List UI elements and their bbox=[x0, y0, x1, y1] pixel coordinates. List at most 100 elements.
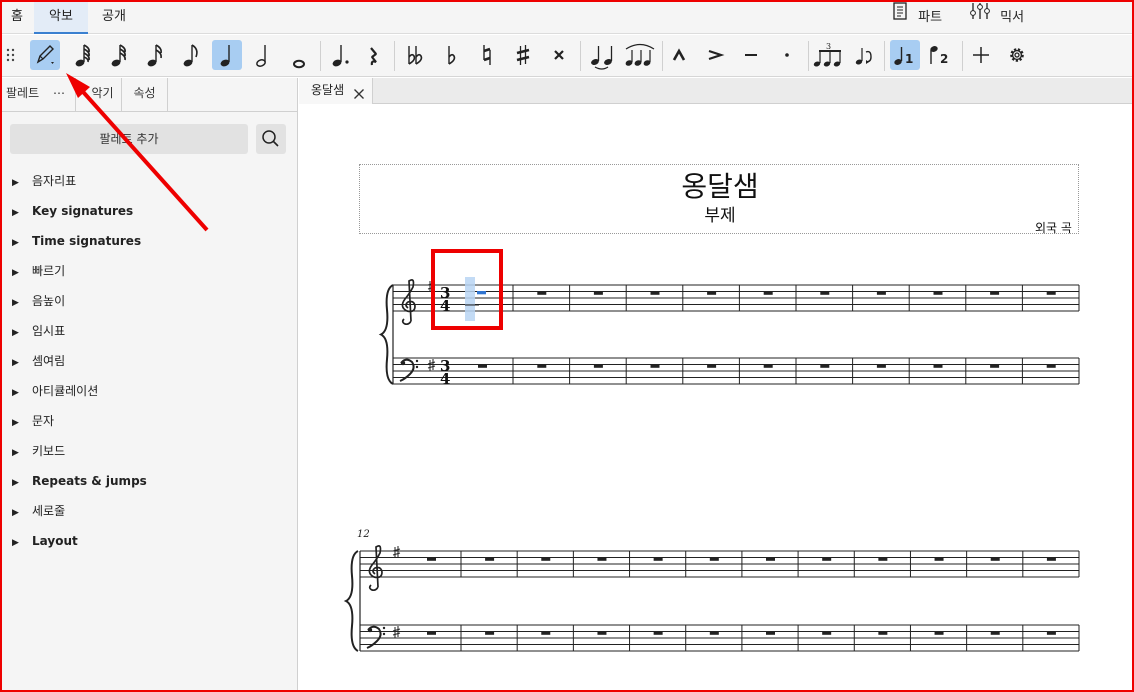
whole-rest bbox=[934, 557, 944, 561]
treble-clef-icon bbox=[368, 545, 383, 592]
toolbar-grip-icon[interactable] bbox=[6, 47, 16, 63]
flip-direction-button[interactable] bbox=[850, 40, 880, 70]
expand-arrow-icon[interactable]: ▶ bbox=[12, 233, 32, 253]
expand-arrow-icon[interactable]: ▶ bbox=[12, 263, 32, 283]
menu-bar: 홈 악보 공개 파트 믹서 bbox=[2, 2, 1132, 34]
tenuto-button[interactable] bbox=[736, 40, 766, 70]
accent-button[interactable] bbox=[700, 40, 730, 70]
whole-rest bbox=[427, 557, 436, 561]
duration-16th-button[interactable] bbox=[140, 40, 170, 70]
whole-rest bbox=[485, 631, 495, 635]
rest-button[interactable] bbox=[358, 40, 388, 70]
expand-arrow-icon[interactable]: ▶ bbox=[12, 323, 32, 343]
palette-item[interactable]: ▶ 세로줄 bbox=[12, 501, 65, 521]
voice-2-digit: 2 bbox=[940, 52, 948, 66]
expand-arrow-icon[interactable]: ▶ bbox=[12, 353, 32, 373]
double-sharp-button[interactable] bbox=[544, 40, 574, 70]
menu-tab-score[interactable]: 악보 bbox=[34, 2, 88, 34]
expand-arrow-icon[interactable]: ▶ bbox=[12, 173, 32, 193]
palette-item-label: 임시표 bbox=[32, 324, 66, 338]
tab-instruments[interactable]: 악기 bbox=[76, 78, 122, 112]
palette-item[interactable]: ▶ Time signatures bbox=[12, 231, 141, 251]
parts-label: 파트 bbox=[918, 9, 943, 25]
palette-item[interactable]: ▶ 아티큘레이션 bbox=[12, 381, 98, 401]
bass-clef-dot bbox=[382, 632, 386, 636]
sharp-button[interactable] bbox=[508, 40, 538, 70]
duration-64th-button[interactable] bbox=[68, 40, 98, 70]
add-button[interactable] bbox=[966, 40, 996, 70]
parts-icon bbox=[892, 2, 908, 32]
palette-item[interactable]: ▶ 임시표 bbox=[12, 321, 65, 341]
add-palette-button[interactable]: 팔레트 추가 bbox=[10, 124, 248, 154]
whole-rest bbox=[933, 364, 943, 368]
voice-2-button[interactable]: 2 bbox=[926, 40, 956, 70]
expand-arrow-icon[interactable]: ▶ bbox=[12, 533, 32, 553]
double-flat-button[interactable] bbox=[400, 40, 430, 70]
palette-item[interactable]: ▶ 문자 bbox=[12, 411, 54, 431]
whole-rest bbox=[653, 557, 663, 561]
palette-item[interactable]: ▶ Repeats & jumps bbox=[12, 471, 147, 491]
more-options-icon[interactable]: ⋯ bbox=[53, 86, 65, 100]
note-input-toolbar: 3 1 2 bbox=[2, 35, 1132, 77]
whole-rest bbox=[876, 291, 886, 295]
tuplet-button[interactable]: 3 bbox=[812, 40, 846, 70]
whole-rest bbox=[597, 557, 607, 561]
palette-item[interactable]: ▶ 셈여림 bbox=[12, 351, 65, 371]
staccato-button[interactable] bbox=[772, 40, 802, 70]
duration-32nd-button[interactable] bbox=[104, 40, 134, 70]
expand-arrow-icon[interactable]: ▶ bbox=[12, 203, 32, 223]
expand-arrow-icon[interactable]: ▶ bbox=[12, 413, 32, 433]
duration-whole-button[interactable] bbox=[284, 40, 314, 70]
augmentation-dot-button[interactable] bbox=[326, 40, 356, 70]
whole-rest bbox=[766, 631, 775, 635]
natural-button[interactable] bbox=[472, 40, 502, 70]
expand-arrow-icon[interactable]: ▶ bbox=[12, 473, 32, 493]
whole-rest bbox=[1046, 557, 1056, 561]
palette-item[interactable]: ▶ 음높이 bbox=[12, 291, 65, 311]
bass-clef-dot bbox=[400, 360, 406, 366]
tab-palettes[interactable]: 팔레트 ⋯ bbox=[2, 78, 76, 112]
palette-item[interactable]: ▶ 빠르기 bbox=[12, 261, 65, 281]
duration-half-button[interactable] bbox=[248, 40, 278, 70]
parts-button[interactable]: 파트 bbox=[892, 2, 942, 34]
score-canvas[interactable]: 옹달샘 부제 외국 곡 3434 12 bbox=[299, 105, 1132, 692]
flat-button[interactable] bbox=[436, 40, 466, 70]
palette-item[interactable]: ▶ Key signatures bbox=[12, 201, 133, 221]
palette-item[interactable]: ▶ 음자리표 bbox=[12, 171, 76, 191]
whole-rest bbox=[820, 364, 830, 368]
score-tab[interactable]: 옹달샘 bbox=[299, 78, 373, 104]
tab-properties[interactable]: 속성 bbox=[122, 78, 168, 112]
expand-arrow-icon[interactable]: ▶ bbox=[12, 383, 32, 403]
duration-eighth-button[interactable] bbox=[176, 40, 206, 70]
left-panel: 팔레트 ⋯ 악기 속성 팔레트 추가 ▶ 음자리표 ▶ Key signatures ▶… bbox=[2, 78, 298, 690]
toolbar-settings-button[interactable] bbox=[1002, 40, 1032, 70]
whole-rest bbox=[990, 364, 1000, 368]
treble-clef-icon bbox=[401, 279, 416, 326]
menu-tab-publish[interactable]: 공개 bbox=[90, 2, 138, 34]
double-flat-icon bbox=[400, 40, 430, 70]
pencil-icon bbox=[30, 40, 60, 70]
duration-quarter-button[interactable] bbox=[212, 40, 242, 70]
mixer-icon bbox=[970, 2, 990, 32]
whole-rest bbox=[593, 291, 603, 295]
mixer-button[interactable]: 믹서 bbox=[970, 2, 1024, 34]
voice-1-button[interactable]: 1 bbox=[890, 40, 920, 70]
palette-item-label: 음자리표 bbox=[32, 174, 77, 188]
note-input-pencil-button[interactable] bbox=[30, 40, 60, 70]
staccato-icon bbox=[772, 40, 802, 70]
menu-tab-home[interactable]: 홈 bbox=[2, 2, 32, 34]
palette-item[interactable]: ▶ Layout bbox=[12, 531, 78, 551]
tie-button[interactable] bbox=[586, 40, 620, 70]
expand-arrow-icon[interactable]: ▶ bbox=[12, 503, 32, 523]
whole-rest bbox=[541, 557, 551, 561]
slur-button[interactable] bbox=[622, 40, 658, 70]
palette-search-button[interactable] bbox=[256, 124, 286, 154]
expand-arrow-icon[interactable]: ▶ bbox=[12, 293, 32, 313]
marcato-button[interactable] bbox=[664, 40, 694, 70]
whole-rest bbox=[478, 364, 487, 368]
expand-arrow-icon[interactable]: ▶ bbox=[12, 443, 32, 463]
key-signature-sharp bbox=[392, 546, 401, 558]
palette-item[interactable]: ▶ 키보드 bbox=[12, 441, 65, 461]
whole-rest bbox=[709, 557, 719, 561]
score-staves[interactable]: 3434 12 bbox=[299, 105, 1132, 692]
